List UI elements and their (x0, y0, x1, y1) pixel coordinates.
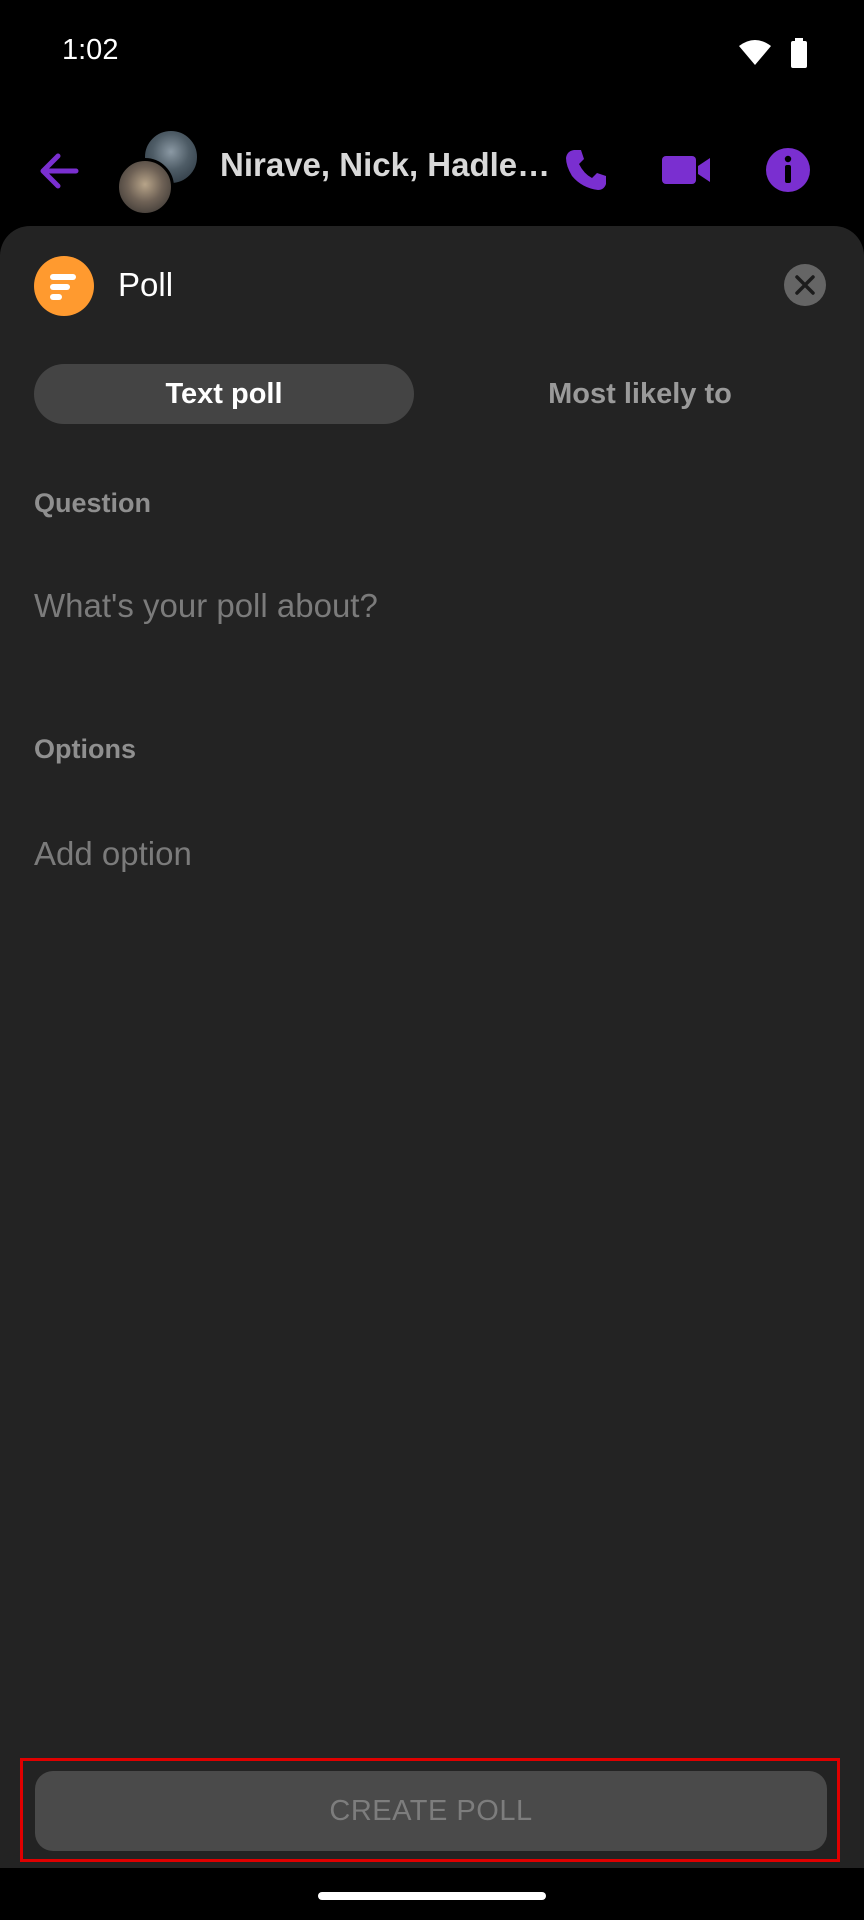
group-avatar[interactable] (116, 128, 200, 218)
create-poll-highlight: CREATE POLL (20, 1758, 840, 1862)
home-indicator[interactable] (318, 1892, 546, 1900)
call-button[interactable] (560, 144, 612, 196)
options-label: Options (34, 734, 136, 764)
info-icon (766, 148, 810, 192)
question-input[interactable] (34, 576, 830, 636)
sheet-title: Poll (118, 266, 174, 303)
chat-header: Nirave, Nick, Hadle… (0, 110, 864, 226)
phone-icon (566, 150, 606, 190)
question-label: Question (34, 488, 152, 518)
back-arrow-icon (40, 153, 79, 189)
back-button[interactable] (32, 144, 86, 198)
close-icon (795, 275, 815, 295)
poll-icon (34, 256, 94, 316)
chat-title[interactable]: Nirave, Nick, Hadle… (220, 146, 550, 184)
create-poll-button[interactable]: CREATE POLL (35, 1771, 827, 1851)
info-button[interactable] (762, 144, 814, 196)
status-icons (738, 38, 808, 68)
video-call-button[interactable] (660, 144, 712, 196)
battery-icon (791, 38, 807, 68)
tab-text-poll[interactable]: Text poll (34, 364, 414, 424)
wifi-icon (739, 40, 771, 65)
avatar (116, 158, 174, 216)
video-camera-icon (662, 156, 710, 184)
status-time: 1:02 (62, 34, 119, 66)
close-button[interactable] (784, 264, 826, 306)
status-bar: 1:02 (0, 0, 864, 110)
add-option-input[interactable] (34, 824, 830, 884)
tab-most-likely-to[interactable]: Most likely to (450, 364, 830, 424)
poll-sheet: Poll Text poll Most likely to Question O… (0, 226, 864, 1868)
